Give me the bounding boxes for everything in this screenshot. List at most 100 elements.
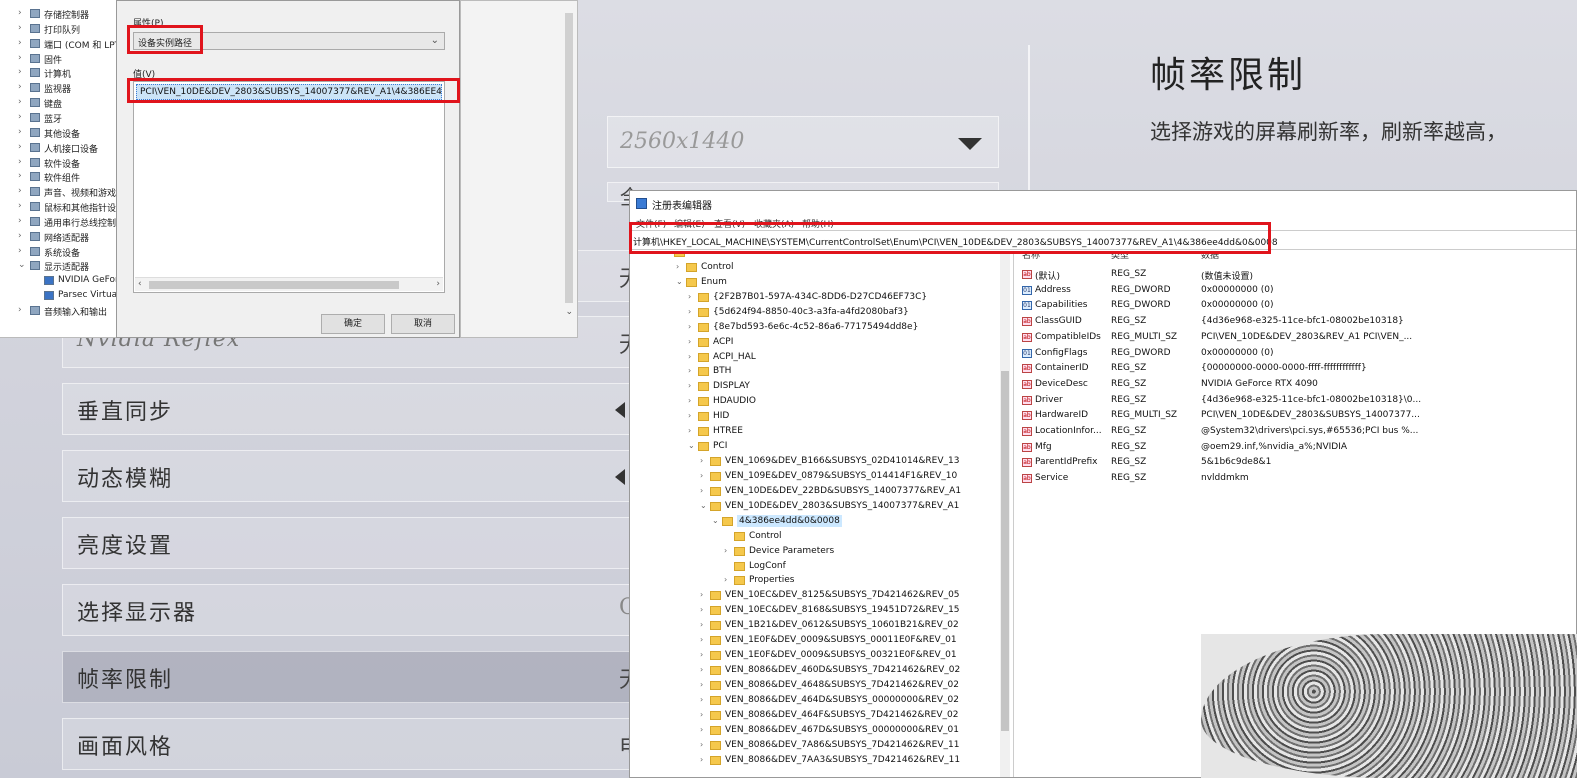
registry-value-row[interactable]: ab ContainerID REG_SZ {00000000-0000-0000-f… (1016, 361, 1576, 377)
registry-value-row[interactable]: ab (默认) REG_SZ (数值未设置) (1016, 267, 1576, 283)
chevron-right-icon[interactable]: › (688, 396, 691, 405)
registry-key-node[interactable]: › ACPI (630, 335, 1000, 350)
chevron-right-icon[interactable]: › (700, 755, 703, 764)
registry-value-row[interactable]: ab Mfg REG_SZ @oem29.inf,%nvidia_a%;NVIDIA (1016, 440, 1576, 456)
registry-key-node[interactable]: › VEN_10EC&DEV_8168&SUBSYS_19451D72&REV_1… (630, 603, 1000, 618)
registry-value-row[interactable]: ab HardwareID REG_MULTI_SZ PCI\VEN_10DE&DEV… (1016, 408, 1576, 424)
chevron-right-icon[interactable]: › (700, 486, 703, 495)
chevron-down-icon[interactable]: ⌄ (712, 516, 719, 525)
chevron-right-icon[interactable]: › (700, 620, 703, 629)
chevron-right-icon[interactable]: › (700, 605, 703, 614)
chevron-right-icon[interactable]: › (700, 456, 703, 465)
registry-key-node[interactable]: ⌄ PCI (630, 439, 1000, 454)
device-category-item[interactable]: › 键盘 (0, 95, 120, 110)
chevron-right-icon[interactable]: › (18, 186, 22, 196)
registry-value-row[interactable]: ab Service REG_SZ nvlddmkm (1016, 471, 1576, 487)
chevron-right-icon[interactable]: › (18, 67, 22, 77)
registry-key-node[interactable]: › {5d624f94-8850-40c3-a3fa-a4fd2080baf3} (630, 305, 1000, 320)
chevron-left-icon[interactable]: ‹ (138, 279, 142, 289)
chevron-right-icon[interactable]: › (18, 8, 22, 18)
device-category-item[interactable]: › 蓝牙 (0, 110, 120, 125)
chevron-down-icon[interactable]: ⌄ (565, 307, 573, 317)
chevron-right-icon[interactable]: › (18, 171, 22, 181)
scrollbar[interactable] (565, 13, 573, 303)
chevron-right-icon[interactable]: › (688, 366, 691, 375)
registry-value-row[interactable]: 01 Capabilities REG_DWORD 0x00000000 (0) (1016, 298, 1576, 314)
cancel-button[interactable]: 取消 (391, 314, 455, 334)
registry-key-node[interactable]: › Device Parameters (630, 544, 1000, 559)
registry-key-node[interactable]: › {2F2B7B01-597A-434C-8DD6-D27CD46EF73C} (630, 290, 1000, 305)
device-category-item[interactable]: › 音频输入和输出 (0, 303, 120, 318)
chevron-right-icon[interactable]: › (688, 411, 691, 420)
chevron-right-icon[interactable]: › (700, 725, 703, 734)
registry-key-node[interactable]: › DISPLAY (630, 379, 1000, 394)
chevron-right-icon[interactable]: › (18, 201, 22, 211)
chevron-right-icon[interactable]: › (688, 307, 691, 316)
registry-key-node[interactable]: › VEN_8086&DEV_4648&SUBSYS_7D421462&REV_0… (630, 678, 1000, 693)
chevron-right-icon[interactable]: › (676, 262, 679, 271)
registry-key-node[interactable]: › VEN_1069&DEV_B166&SUBSYS_02D41014&REV_1… (630, 454, 1000, 469)
device-category-item[interactable]: › 打印队列 (0, 21, 120, 36)
column-data[interactable]: 数据 (1201, 251, 1219, 261)
device-category-item[interactable]: › 系统设备 (0, 244, 120, 259)
device-category-item[interactable]: › 端口 (COM 和 LPT) (0, 36, 120, 51)
scrollbar-thumb[interactable] (149, 281, 399, 289)
chevron-right-icon[interactable]: › (436, 279, 440, 289)
registry-key-node[interactable]: › VEN_8086&DEV_467D&SUBSYS_00000000&REV_0… (630, 723, 1000, 738)
horizontal-scrollbar[interactable]: ‹ › (135, 277, 443, 291)
device-category-item[interactable]: › 软件组件 (0, 169, 120, 184)
chevron-right-icon[interactable]: › (700, 665, 703, 674)
registry-key-node[interactable]: › BTH (630, 364, 1000, 379)
device-category-item[interactable]: › 固件 (0, 51, 120, 66)
menu-help[interactable]: 帮助(H) (802, 217, 834, 230)
registry-value-row[interactable]: ab Driver REG_SZ {4d36e968-e325-11ce-bfc1-0… (1016, 393, 1576, 409)
chevron-right-icon[interactable]: › (700, 695, 703, 704)
registry-key-node[interactable]: › VEN_1E0F&DEV_0009&SUBSYS_00011E0F&REV_0… (630, 633, 1000, 648)
registry-key-node[interactable]: › VEN_1B21&DEV_0612&SUBSYS_10601B21&REV_0… (630, 618, 1000, 633)
chevron-right-icon[interactable]: › (688, 337, 691, 346)
chevron-down-icon[interactable]: ⌄ (688, 441, 695, 450)
device-category-item[interactable]: › 存储控制器 (0, 6, 120, 21)
chevron-right-icon[interactable]: › (18, 157, 22, 167)
registry-key-node[interactable]: › ACPI_HAL (630, 350, 1000, 365)
chevron-right-icon[interactable]: › (724, 546, 727, 555)
device-category-item[interactable]: › 人机接口设备 (0, 140, 120, 155)
registry-key-node[interactable]: › VEN_1E0F&DEV_0009&SUBSYS_00321E0F&REV_0… (630, 648, 1000, 663)
chevron-right-icon[interactable]: › (700, 635, 703, 644)
device-category-item[interactable]: › 监视器 (0, 80, 120, 95)
chevron-right-icon[interactable]: › (18, 305, 22, 315)
device-category-item[interactable]: NVIDIA GeForce RTX 4090 (0, 273, 120, 288)
scrollbar-thumb[interactable] (1001, 371, 1009, 731)
registry-key-node[interactable]: › Properties (630, 573, 1000, 588)
registry-key-node[interactable]: › Control (630, 260, 1000, 275)
value-list-item[interactable]: PCI\VEN_10DE&DEV_2803&SUBSYS_14007377&RE… (136, 84, 442, 100)
value-list[interactable]: PCI\VEN_10DE&DEV_2803&SUBSYS_14007377&RE… (133, 81, 445, 293)
menu-file[interactable]: 文件(F) (636, 217, 666, 230)
column-name[interactable]: 名称 (1022, 251, 1040, 261)
device-category-item[interactable]: ⌄ 显示适配器 (0, 258, 120, 273)
registry-key-node[interactable]: › VEN_10DE&DEV_22BD&SUBSYS_14007377&REV_A… (630, 484, 1000, 499)
resolution-dropdown[interactable]: 2560x1440 (607, 116, 999, 168)
chevron-right-icon[interactable]: › (18, 246, 22, 256)
chevron-right-icon[interactable]: › (18, 38, 22, 48)
chevron-right-icon[interactable]: › (18, 23, 22, 33)
device-category-item[interactable]: Parsec Virtual Display Adapter (0, 288, 120, 303)
registry-value-row[interactable]: 01 ConfigFlags REG_DWORD 0x00000000 (0) (1016, 346, 1576, 362)
chevron-down-icon[interactable]: ⌄ (18, 260, 26, 270)
device-category-item[interactable]: › 其他设备 (0, 125, 120, 140)
device-category-item[interactable]: › 通用串行总线控制器 (0, 214, 120, 229)
registry-key-node[interactable]: › VEN_8086&DEV_464F&SUBSYS_7D421462&REV_0… (630, 708, 1000, 723)
left-arrow-icon[interactable] (615, 469, 625, 485)
registry-value-row[interactable]: ab CompatibleIDs REG_MULTI_SZ PCI\VEN_10DE&… (1016, 330, 1576, 346)
registry-value-row[interactable]: ab DeviceDesc REG_SZ NVIDIA GeForce RTX 409… (1016, 377, 1576, 393)
registry-key-node[interactable]: › {8e7bd593-6e6c-4c52-86a6-77175494dd8e} (630, 320, 1000, 335)
menu-edit[interactable]: 编辑(E) (674, 217, 705, 230)
chevron-right-icon[interactable]: › (18, 231, 22, 241)
chevron-right-icon[interactable]: › (18, 142, 22, 152)
chevron-right-icon[interactable]: › (18, 216, 22, 226)
device-category-item[interactable]: › 网络适配器 (0, 229, 120, 244)
registry-key-node[interactable]: › HID (630, 409, 1000, 424)
registry-value-row[interactable]: ab ClassGUID REG_SZ {4d36e968-e325-11ce-bfc… (1016, 314, 1576, 330)
chevron-right-icon[interactable]: › (700, 680, 703, 689)
device-category-item[interactable]: › 软件设备 (0, 155, 120, 170)
